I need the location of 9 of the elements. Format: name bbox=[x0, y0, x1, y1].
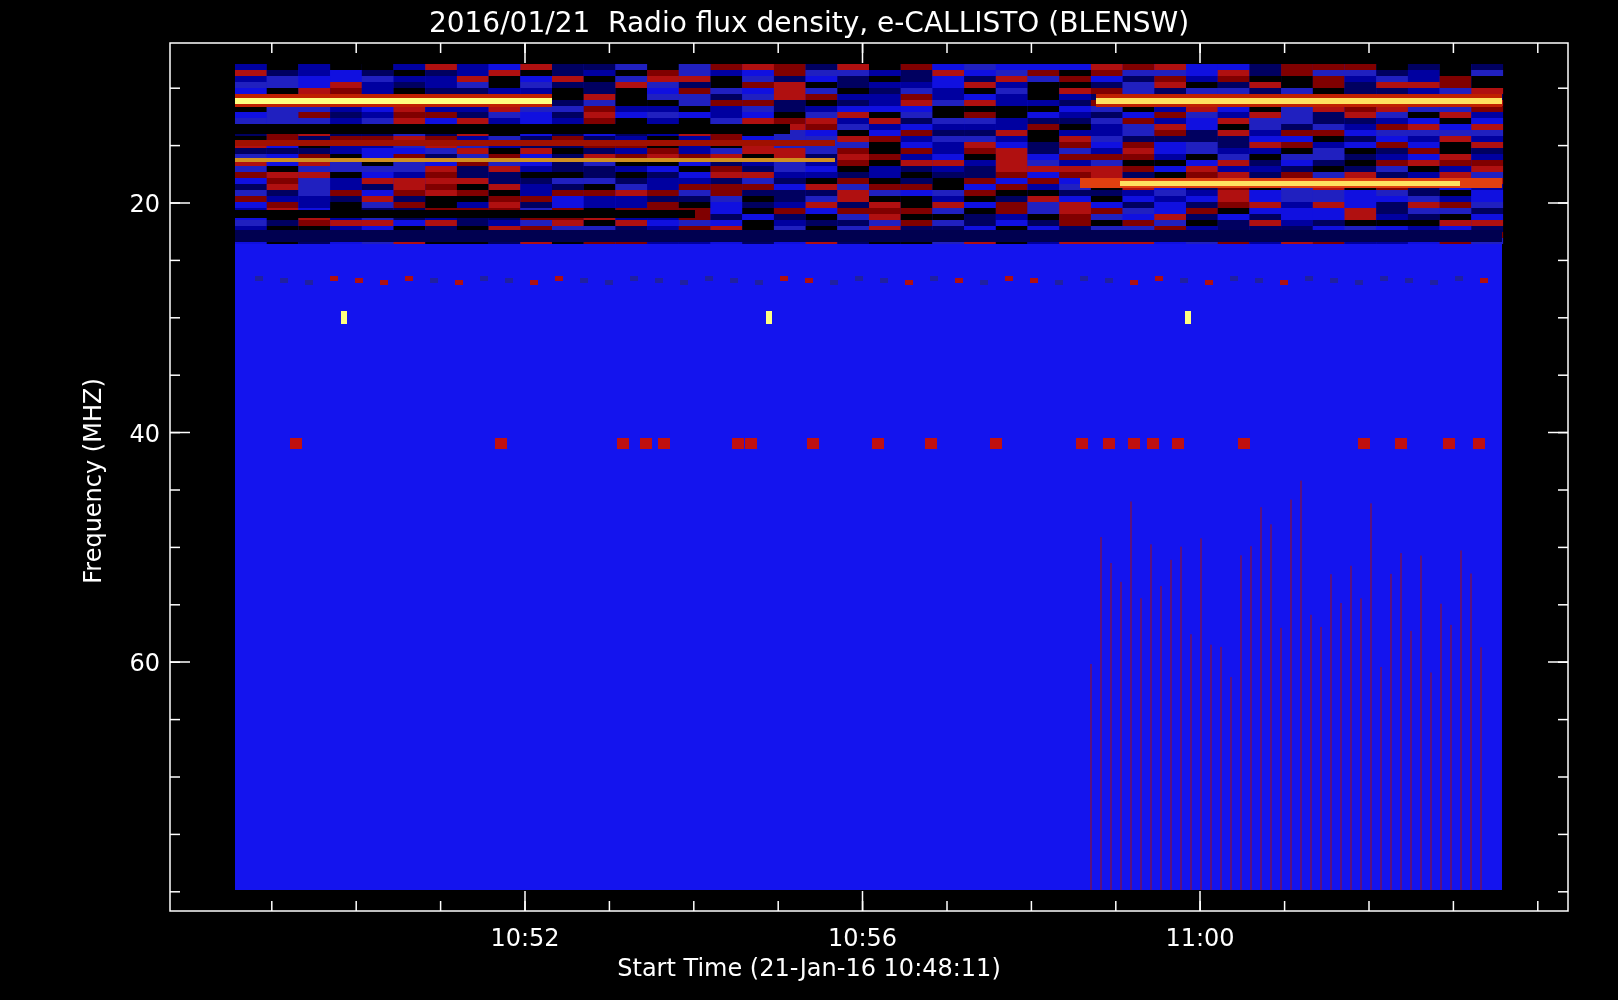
axis-label: Start Time (21-Jan-16 10:48:11) bbox=[617, 954, 1001, 982]
tick-label: 60 bbox=[129, 649, 160, 677]
tick-label: 11:00 bbox=[1165, 924, 1235, 952]
tick-label: 10:56 bbox=[827, 924, 898, 952]
chart-title: 2016/01/21 Radio flux density, e-CALLISTO (BLENSW) bbox=[428, 6, 1190, 39]
tick-label: 10:52 bbox=[490, 924, 560, 952]
axis-label: Frequency (MHZ) bbox=[79, 378, 107, 584]
tick-label: 40 bbox=[129, 419, 160, 448]
tick-label: 20 bbox=[129, 190, 160, 218]
